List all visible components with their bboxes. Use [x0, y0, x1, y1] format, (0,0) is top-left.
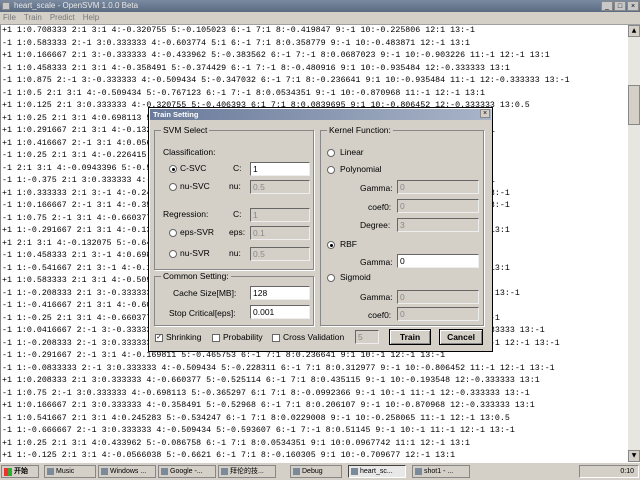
data-line: -1 1:0.5 2:1 3:1 4:-0.509434 5:-0.767123…	[2, 88, 485, 98]
classification-label: Classification:	[163, 147, 216, 157]
menu-train[interactable]: Train	[24, 12, 42, 24]
close-button[interactable]: ×	[627, 1, 639, 11]
nu-input[interactable]: 0.5	[250, 180, 310, 194]
regression-label: Regression:	[163, 209, 209, 219]
shrinking-checkbox[interactable]: ✓	[155, 334, 163, 342]
c-input[interactable]: 1	[250, 162, 310, 176]
window-titlebar: heart_scale - OpenSVM 1.0.0 Beta _ □ ×	[0, 0, 640, 12]
sigmoid-coef0-input[interactable]: 0	[397, 307, 479, 321]
data-line: -1 1:0.541667 2:1 3:1 4:0.245283 5:-0.53…	[2, 413, 510, 423]
cross-validation-checkbox[interactable]	[272, 334, 280, 342]
data-line: -1 1:0.75 2:-1 3:0.333333 4:-0.698113 5:…	[2, 388, 530, 398]
eps-label: eps:	[229, 227, 246, 237]
data-line: -1 1:-0.0833333 2:-1 3:0.333333 4:-0.509…	[2, 363, 555, 373]
eps-svr-label: eps-SVR	[180, 227, 215, 237]
c-label: C:	[233, 163, 242, 173]
vertical-scrollbar[interactable]: ▲ ▼	[628, 25, 640, 462]
stop-critical-input[interactable]: 0.001	[250, 305, 310, 319]
probability-label: Probability	[223, 332, 263, 342]
scroll-up-icon[interactable]: ▲	[628, 25, 640, 37]
taskbar-item-music[interactable]: Music	[44, 465, 96, 478]
taskbar-item-debug[interactable]: Debug	[290, 465, 342, 478]
cross-validation-input[interactable]: 5	[355, 330, 379, 344]
scroll-thumb[interactable]	[628, 85, 640, 125]
kernel-function-legend: Kernel Function:	[327, 125, 393, 135]
data-line: +1 1:0.208333 2:1 3:0.333333 4:-0.660377…	[2, 376, 540, 385]
sigmoid-coef0-label: coef0:	[368, 310, 392, 320]
degree-input[interactable]: 3	[397, 218, 479, 232]
probability-checkbox[interactable]	[212, 334, 220, 342]
taskbar-item-windows[interactable]: Windows ...	[98, 465, 156, 478]
nu-svc-radio[interactable]	[169, 183, 177, 191]
train-button[interactable]: Train	[389, 329, 431, 345]
data-line: +1 1:0.166667 2:1 3:-0.333333 4:-0.43396…	[2, 51, 550, 60]
poly-gamma-input[interactable]: 0	[397, 180, 479, 194]
shrinking-label: Shrinking	[166, 332, 202, 342]
eps-input[interactable]: 0.1	[250, 226, 310, 240]
window-title: heart_scale - OpenSVM 1.0.0 Beta	[14, 1, 139, 10]
rbf-gamma-input[interactable]: 0	[397, 254, 479, 268]
data-line: -1 1:0.875 2:-1 3:-0.333333 4:-0.509434 …	[2, 76, 570, 85]
start-button[interactable]: 开始	[1, 465, 39, 478]
polynomial-radio[interactable]	[327, 166, 335, 174]
eps-svr-radio[interactable]	[169, 229, 177, 237]
nu-svr-radio[interactable]	[169, 250, 177, 258]
sigmoid-label: Sigmoid	[340, 272, 371, 282]
data-line: -1 1:0.458333 2:1 3:1 4:-0.358491 5:-0.3…	[2, 63, 510, 73]
sigmoid-gamma-input[interactable]: 0	[397, 290, 479, 304]
cancel-button[interactable]: Cancel	[439, 329, 483, 345]
c-svc-label: C-SVC	[180, 163, 207, 173]
linear-label: Linear	[340, 147, 364, 157]
nu-svc-label: nu-SVC	[180, 181, 210, 191]
sigmoid-gamma-label: Gamma:	[360, 292, 393, 302]
sigmoid-radio[interactable]	[327, 274, 335, 282]
dialog-titlebar: Train Setting	[150, 109, 491, 120]
train-setting-dialog: Train Setting × SVM Select Classificatio…	[148, 107, 493, 352]
system-tray-clock: 0:10	[579, 465, 639, 478]
cache-size-input[interactable]: 128	[250, 286, 310, 300]
linear-radio[interactable]	[327, 149, 335, 157]
taskbar: 开始 Music Windows ... Google -... 拜伦的技...…	[0, 462, 640, 480]
dialog-title: Train Setting	[153, 110, 199, 119]
dialog-close-button[interactable]: ×	[480, 109, 490, 118]
nu-svr-label: nu-SVR	[180, 248, 210, 258]
polynomial-label: Polynomial	[340, 164, 382, 174]
menu-file[interactable]: File	[3, 12, 16, 24]
svm-select-legend: SVM Select	[161, 125, 210, 135]
poly-coef0-label: coef0:	[368, 202, 392, 212]
nu2-label: nu:	[229, 248, 241, 258]
data-line: +1 1:0.25 2:1 3:1 4:0.433962 5:-0.086758…	[2, 438, 471, 448]
scroll-down-icon[interactable]: ▼	[628, 450, 640, 462]
data-line: +1 1:0.708333 2:1 3:1 4:-0.320755 5:-0.1…	[2, 26, 475, 35]
menu-bar: File Train Predict Help	[0, 12, 640, 25]
c-svc-radio[interactable]	[169, 165, 177, 173]
data-line: +1 1:-0.125 2:1 3:1 4:-0.0566038 5:-0.66…	[2, 451, 456, 460]
data-line: +1 1:0.166667 2:1 3:0.333333 4:-0.358491…	[2, 401, 535, 410]
stop-critical-label: Stop Critical[eps]:	[169, 308, 236, 318]
menu-help[interactable]: Help	[83, 12, 99, 24]
rbf-radio[interactable]	[327, 241, 335, 249]
nu2-input[interactable]: 0.5	[250, 247, 310, 261]
c2-label: C:	[233, 209, 242, 219]
data-line: -1 1:-0.666667 2:-1 3:0.333333 4:-0.5094…	[2, 426, 515, 435]
minimize-button[interactable]: _	[601, 1, 613, 11]
degree-label: Degree:	[360, 220, 391, 230]
common-setting-legend: Common Setting:	[161, 271, 231, 281]
maximize-button[interactable]: □	[614, 1, 626, 11]
app-icon	[2, 2, 10, 10]
taskbar-item-byron[interactable]: 拜伦的技...	[218, 465, 276, 478]
cross-validation-label: Cross Validation	[283, 332, 345, 342]
c2-input[interactable]: 1	[250, 208, 310, 222]
nu-label: nu:	[229, 181, 241, 191]
rbf-label: RBF	[340, 239, 357, 249]
taskbar-item-google[interactable]: Google -...	[158, 465, 216, 478]
taskbar-item-heart-scale[interactable]: heart_sc...	[348, 465, 406, 478]
cache-size-label: Cache Size[MB]:	[173, 288, 237, 298]
poly-coef0-input[interactable]: 0	[397, 199, 479, 213]
data-line: -1 1:0.583333 2:-1 3:0.333333 4:-0.60377…	[2, 38, 471, 48]
rbf-gamma-label: Gamma:	[360, 257, 393, 267]
taskbar-item-shot1[interactable]: shot1 - ...	[412, 465, 470, 478]
menu-predict[interactable]: Predict	[50, 12, 75, 24]
poly-gamma-label: Gamma:	[360, 183, 393, 193]
